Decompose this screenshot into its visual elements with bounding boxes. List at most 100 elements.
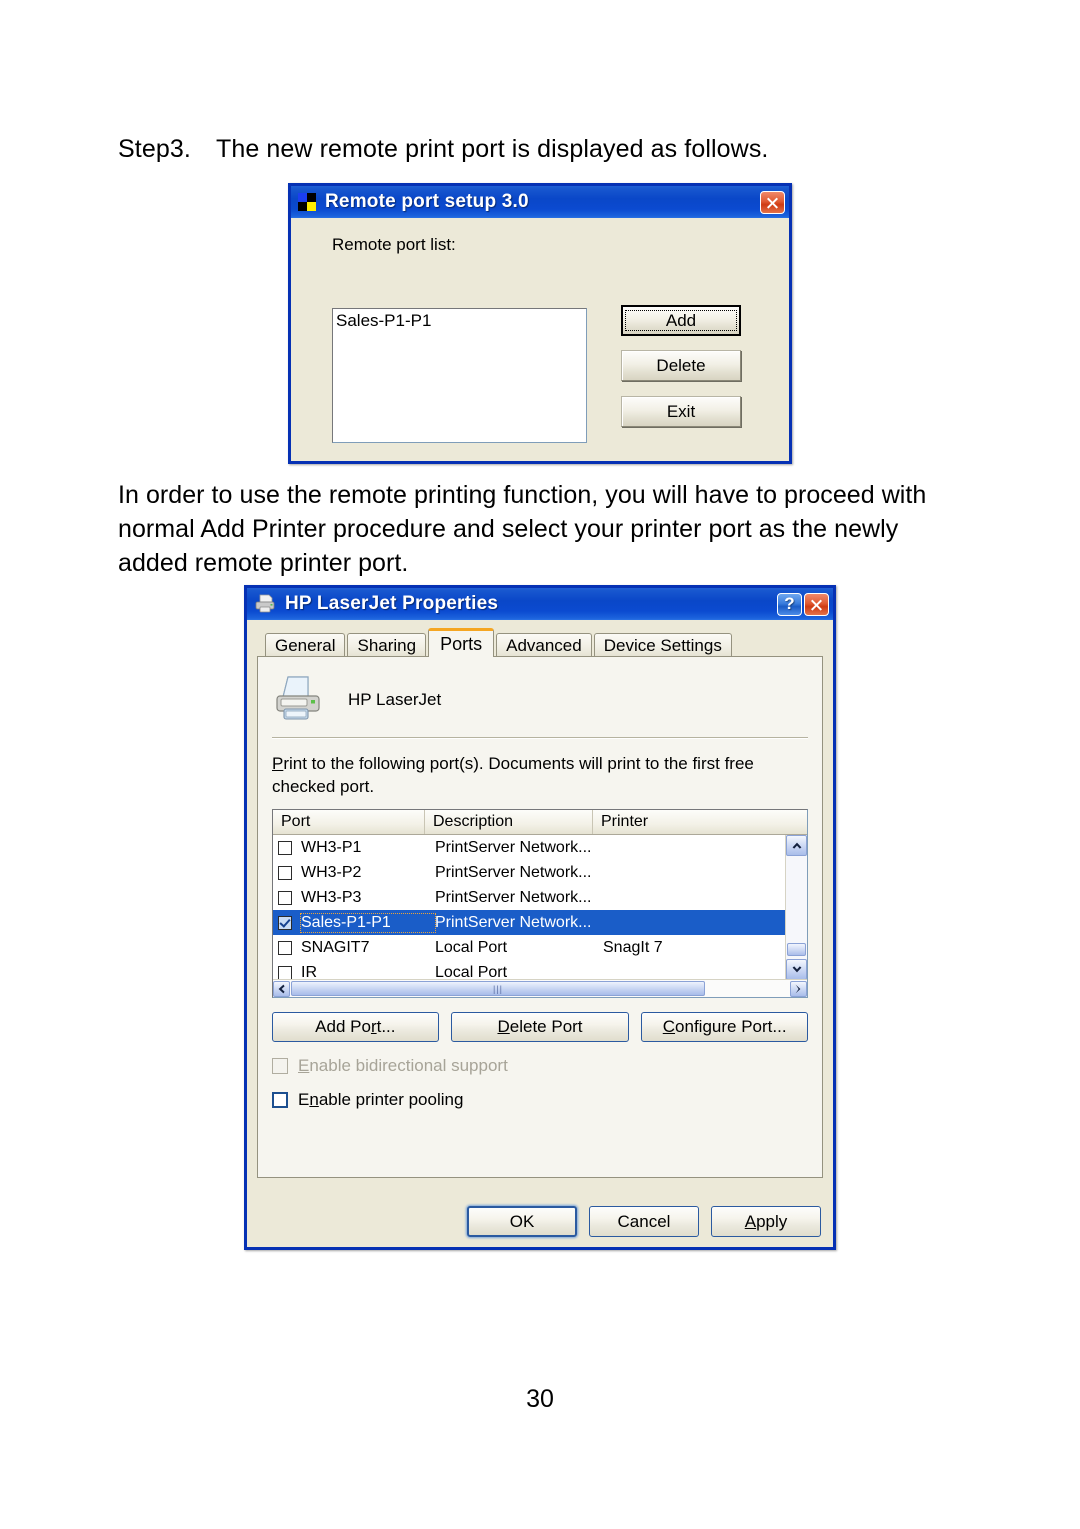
question-mark-icon[interactable]: ? — [777, 592, 802, 616]
row-checkbox[interactable] — [278, 915, 292, 930]
tab-general[interactable]: General — [265, 633, 346, 658]
exit-button[interactable]: Exit — [621, 396, 741, 427]
enable-bidirectional-support-row: Enable bidirectional support — [272, 1056, 808, 1076]
list-item[interactable]: Sales-P1-P1 — [333, 309, 586, 331]
vertical-scroll-thumb[interactable] — [787, 943, 806, 956]
column-header-printer[interactable]: Printer — [593, 810, 786, 834]
instructions-line-2: checked port. — [272, 777, 375, 796]
grip-icon: ||| — [492, 983, 503, 994]
instructions-line-1: rint to the following port(s). Documents… — [283, 754, 754, 773]
page-number: 30 — [526, 1385, 554, 1413]
port-list-rows: WH3-P1 PrintServer Network... WH3-P2 Pri… — [273, 835, 807, 985]
configure-port-button[interactable]: Configure Port... — [641, 1012, 809, 1042]
tab-strip: General Sharing Ports Advanced Device Se… — [257, 628, 823, 658]
ok-button[interactable]: OK — [467, 1206, 577, 1237]
printer-properties-window: HP LaserJet Properties ? General Sharing… — [244, 585, 836, 1250]
cell-port: WH3-P1 — [301, 838, 362, 856]
cell-description: PrintServer Network... — [435, 863, 592, 881]
cell-port: Sales-P1-P1 — [300, 912, 436, 933]
horizontal-scroll-thumb[interactable]: ||| — [291, 981, 705, 996]
close-icon[interactable] — [804, 592, 829, 616]
add-port-button[interactable]: Add Port... — [272, 1012, 439, 1042]
cancel-button[interactable]: Cancel — [589, 1206, 699, 1237]
enable-printer-pooling-row[interactable]: Enable printer pooling — [272, 1090, 808, 1110]
header-spacer — [786, 810, 807, 834]
print-instructions: Print to the following port(s). Document… — [272, 752, 808, 798]
ports-tab-panel: HP LaserJet Print to the following port(… — [257, 656, 823, 1178]
cell-port: SNAGIT7 — [301, 938, 370, 956]
chevron-up-icon[interactable] — [786, 835, 807, 856]
step-text: The new remote print port is displayed a… — [216, 135, 769, 163]
port-action-buttons: Add Port... Delete Port Configure Port..… — [272, 1012, 809, 1042]
checker-squares-icon — [298, 193, 316, 211]
table-row[interactable]: WH3-P2 PrintServer Network... — [273, 860, 807, 885]
enable-bidirectional-support-checkbox — [272, 1058, 288, 1074]
remote-port-client-area: Remote port list: Sales-P1-P1 Add Delete… — [291, 218, 789, 461]
column-header-description[interactable]: Description — [425, 810, 593, 834]
body-paragraph: In order to use the remote printing func… — [118, 481, 927, 577]
step-label: Step3. — [118, 135, 191, 163]
tab-advanced[interactable]: Advanced — [496, 633, 592, 658]
remote-port-title: Remote port setup 3.0 — [325, 191, 529, 212]
tab-advanced-label: Advanced — [506, 636, 582, 655]
delete-button[interactable]: Delete — [621, 350, 741, 381]
port-list-header: Port Description Printer — [273, 810, 807, 835]
row-checkbox[interactable] — [278, 940, 292, 955]
tab-sharing-label: Sharing — [357, 636, 417, 655]
apply-button[interactable]: Apply — [711, 1206, 821, 1237]
chevron-right-icon[interactable] — [790, 980, 807, 997]
tab-ports[interactable]: Ports — [428, 628, 495, 657]
horizontal-scrollbar[interactable]: ||| — [273, 979, 807, 997]
row-checkbox[interactable] — [278, 890, 292, 905]
add-button[interactable]: Add — [621, 305, 741, 336]
close-icon[interactable] — [760, 190, 785, 214]
remote-port-setup-window: Remote port setup 3.0 Remote port list: … — [288, 183, 792, 464]
column-header-port[interactable]: Port — [273, 810, 425, 834]
cell-description: PrintServer Network... — [435, 838, 592, 856]
printer-icon — [272, 675, 326, 725]
delete-port-button[interactable]: Delete Port — [450, 1012, 630, 1042]
printer-name: HP LaserJet — [348, 690, 442, 709]
enable-printer-pooling-label: Enable printer pooling — [298, 1090, 464, 1109]
printer-properties-client-area: General Sharing Ports Advanced Device Se… — [247, 620, 833, 1247]
delete-button-label: Delete — [656, 355, 706, 375]
dialog-footer: OK Cancel Apply — [467, 1206, 821, 1237]
printer-icon — [254, 594, 276, 614]
remote-port-list-label: Remote port list: — [332, 235, 456, 254]
port-list[interactable]: Port Description Printer WH3-P1 PrintSer… — [272, 809, 808, 998]
remote-port-listbox[interactable]: Sales-P1-P1 — [332, 308, 587, 443]
table-row[interactable]: SNAGIT7 Local Port SnagIt 7 — [273, 935, 807, 960]
table-row[interactable]: WH3-P3 PrintServer Network... — [273, 885, 807, 910]
cell-port: WH3-P2 — [301, 863, 362, 881]
remote-port-titlebar[interactable]: Remote port setup 3.0 — [291, 186, 789, 218]
exit-button-label: Exit — [666, 401, 696, 421]
enable-printer-pooling-checkbox[interactable] — [272, 1092, 288, 1108]
cell-printer: SnagIt 7 — [603, 938, 663, 956]
add-button-label: Add — [625, 310, 737, 331]
printer-properties-titlebar[interactable]: HP LaserJet Properties ? — [247, 588, 833, 620]
cell-description: PrintServer Network... — [435, 888, 592, 906]
tab-device-settings-label: Device Settings — [603, 636, 722, 655]
tab-sharing[interactable]: Sharing — [347, 633, 427, 658]
row-checkbox[interactable] — [278, 865, 292, 880]
step-heading: Step3. The new remote print port is displ… — [118, 132, 768, 166]
chevron-left-icon[interactable] — [273, 980, 290, 997]
instructions-mnemonic: P — [272, 754, 284, 773]
apply-button-label: Apply — [744, 1211, 788, 1231]
vertical-scrollbar[interactable] — [785, 835, 807, 980]
chevron-down-icon[interactable] — [786, 959, 807, 980]
table-row[interactable]: WH3-P1 PrintServer Network... — [273, 835, 807, 860]
row-checkbox[interactable] — [278, 965, 292, 980]
printer-header: HP LaserJet — [272, 669, 808, 731]
row-checkbox[interactable] — [278, 840, 292, 855]
tab-general-label: General — [275, 636, 336, 655]
cell-port: WH3-P3 — [301, 888, 362, 906]
cell-description: Local Port — [435, 938, 508, 956]
table-row-selected[interactable]: Sales-P1-P1 PrintServer Network... — [273, 910, 807, 935]
ok-button-label: OK — [509, 1211, 535, 1231]
enable-bidirectional-support-label: Enable bidirectional support — [298, 1056, 508, 1075]
cell-description: PrintServer Network... — [435, 913, 592, 931]
tab-device-settings[interactable]: Device Settings — [593, 633, 732, 658]
divider — [272, 737, 808, 739]
tab-ports-label: Ports — [440, 633, 483, 654]
